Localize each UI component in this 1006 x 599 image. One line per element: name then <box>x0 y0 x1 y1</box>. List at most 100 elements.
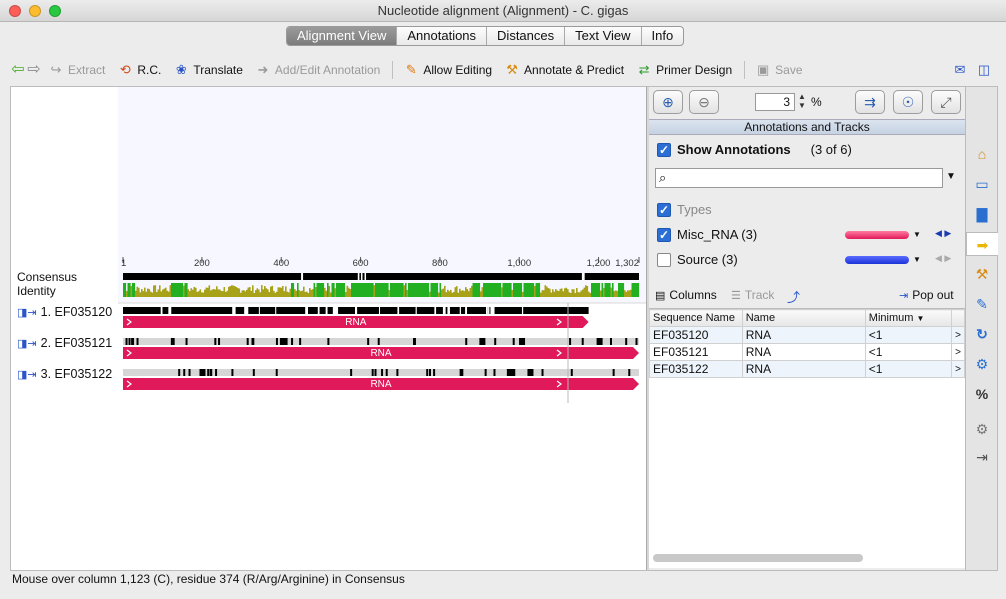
pop-out-button[interactable]: ⇥ Pop out <box>899 288 954 302</box>
identity-column <box>628 290 631 297</box>
sequence-difference <box>327 338 330 345</box>
split-view-icon[interactable]: ◫ <box>976 62 992 78</box>
types-checkbox[interactable]: ✓ <box>657 202 671 217</box>
identity-column <box>220 290 223 297</box>
tab-text-view[interactable]: Text View <box>565 27 642 45</box>
tab-distances[interactable]: Distances <box>487 27 566 45</box>
color-dropdown-icon[interactable]: ▼ <box>913 255 921 264</box>
zoom-in-button[interactable]: ⊕ <box>653 90 683 114</box>
search-dropdown-icon[interactable]: ▼ <box>946 171 956 182</box>
back-arrow-icon[interactable]: ⇦ <box>10 62 26 78</box>
sequence-row-label[interactable]: ◨⇥ 1. EF035120 <box>17 305 112 319</box>
identity-column <box>442 288 445 297</box>
save-button[interactable]: ▣ Save <box>755 62 803 78</box>
sequence-track[interactable]: RNA <box>123 307 589 328</box>
identity-column <box>201 292 203 297</box>
columns-button[interactable]: ▤ Columns <box>655 288 717 302</box>
sequence-track[interactable]: RNA <box>123 338 639 359</box>
sequence-row-label[interactable]: ◨⇥ 3. EF035122 <box>17 367 112 381</box>
export-icon[interactable]: ⤴ <box>787 287 800 306</box>
translate-button[interactable]: ❀ Translate <box>173 62 243 78</box>
color-dropdown-icon[interactable]: ▼ <box>913 230 921 239</box>
identity-column <box>579 292 581 297</box>
track-button[interactable]: ☰ Track <box>731 288 774 302</box>
identity-column <box>508 283 511 297</box>
misc-rna-color-swatch[interactable] <box>845 231 909 239</box>
identity-column <box>354 283 356 297</box>
prev-next-arrows-icon[interactable]: ◀ ▶ <box>935 228 951 239</box>
tab-info[interactable]: Info <box>642 27 684 45</box>
source-color-swatch[interactable] <box>845 256 909 264</box>
column-header-minimum[interactable]: Minimum ▼ <box>864 309 953 327</box>
fit-width-button[interactable]: ⇉ <box>855 90 885 114</box>
search-input[interactable] <box>676 170 936 186</box>
source-checkbox[interactable] <box>657 252 671 267</box>
annotate-predict-button[interactable]: ⚒ Annotate & Predict <box>504 62 624 78</box>
close-window-button[interactable] <box>9 5 21 17</box>
annotate-icon[interactable]: ⚒ <box>970 262 994 286</box>
extract-icon: ↪ <box>50 62 62 77</box>
sequence-difference <box>275 369 278 376</box>
sequence-difference <box>246 338 249 345</box>
percent-icon[interactable]: % <box>970 382 994 406</box>
table-cell: <1 <box>864 360 953 378</box>
consensus-gap <box>364 273 367 280</box>
reverse-complement-button[interactable]: ⟲ R.C. <box>117 62 161 78</box>
identity-column <box>375 283 377 297</box>
zoom-input[interactable]: 3 <box>755 93 795 111</box>
identity-column <box>211 289 214 297</box>
sequence-track[interactable]: RNA <box>123 369 639 390</box>
type-row-misc-rna: ✓ Misc_RNA (3) <box>657 227 757 242</box>
pencil-edit-icon[interactable]: ✎ <box>970 292 994 316</box>
table-row[interactable]: EF035120 RNA <1 > <box>649 326 965 344</box>
identity-column <box>151 292 154 297</box>
identity-column <box>198 291 200 297</box>
sequence-gap <box>355 307 358 314</box>
refresh-icon[interactable]: ↻ <box>970 322 994 346</box>
add-edit-annotation-button[interactable]: ➜ Add/Edit Annotation <box>255 62 380 78</box>
home-icon[interactable]: ⌂ <box>970 142 994 166</box>
identity-column <box>534 285 536 297</box>
annotation-search-field[interactable]: ⌕ <box>655 168 943 188</box>
identity-column <box>250 290 253 297</box>
gear-icon[interactable]: ⚙ <box>970 352 994 376</box>
collapse-panel-icon[interactable]: ⇥ <box>970 445 994 469</box>
extract-button[interactable]: ↪ Extract <box>48 62 106 78</box>
identity-column <box>153 285 155 297</box>
column-header-name[interactable]: Name <box>741 309 866 327</box>
sequence-row-label[interactable]: ◨⇥ 2. EF035121 <box>17 336 112 350</box>
alignment-canvas[interactable]: 1 200 400 600 800 1,000 1,200 1,302 RNA RNA RNA <box>118 87 646 570</box>
sequence-gap <box>168 307 172 314</box>
annotations-tab-arrow-icon[interactable]: ➡ <box>966 232 998 256</box>
bar-chart-icon[interactable]: ▇ <box>970 202 994 226</box>
settings-gear-icon[interactable]: ⚙ <box>970 417 994 441</box>
sequence-gap <box>521 307 524 314</box>
allow-editing-button[interactable]: ✎ Allow Editing <box>403 62 492 78</box>
zoom-stepper[interactable]: ▲ ▼ <box>797 92 807 112</box>
tab-annotations[interactable]: Annotations <box>397 27 488 45</box>
misc-rna-checkbox[interactable]: ✓ <box>657 227 671 242</box>
table-row[interactable]: EF035122 RNA <1 > <box>649 360 965 378</box>
column-header-more[interactable] <box>951 309 965 327</box>
minimize-window-button[interactable] <box>29 5 41 17</box>
identity-column <box>334 288 337 297</box>
horizontal-scrollbar[interactable] <box>653 554 863 562</box>
primer-design-button[interactable]: ⇄ Primer Design <box>636 62 732 78</box>
identity-column <box>132 283 134 297</box>
identity-column <box>127 283 130 297</box>
tab-alignment-view[interactable]: Alignment View <box>287 27 398 45</box>
show-annotations-checkbox[interactable]: ✓ <box>657 142 671 157</box>
fit-all-button[interactable]: ⤢ <box>931 90 961 114</box>
identity-column <box>624 290 626 297</box>
sequence-difference <box>125 338 128 345</box>
table-row[interactable]: EF035121 RNA <1 > <box>649 343 965 361</box>
zoom-window-button[interactable] <box>49 5 61 17</box>
mail-alert-icon[interactable]: ✉ <box>952 62 968 78</box>
column-header-sequence-name[interactable]: Sequence Name <box>649 309 743 327</box>
zoom-out-button[interactable]: ⊖ <box>689 90 719 114</box>
identity-column <box>553 291 556 297</box>
forward-arrow-icon[interactable]: ⇨ <box>26 62 42 78</box>
identity-column <box>204 289 206 297</box>
monitor-icon[interactable]: ▭ <box>970 172 994 196</box>
zoom-selection-button[interactable]: ☉ <box>893 90 923 114</box>
